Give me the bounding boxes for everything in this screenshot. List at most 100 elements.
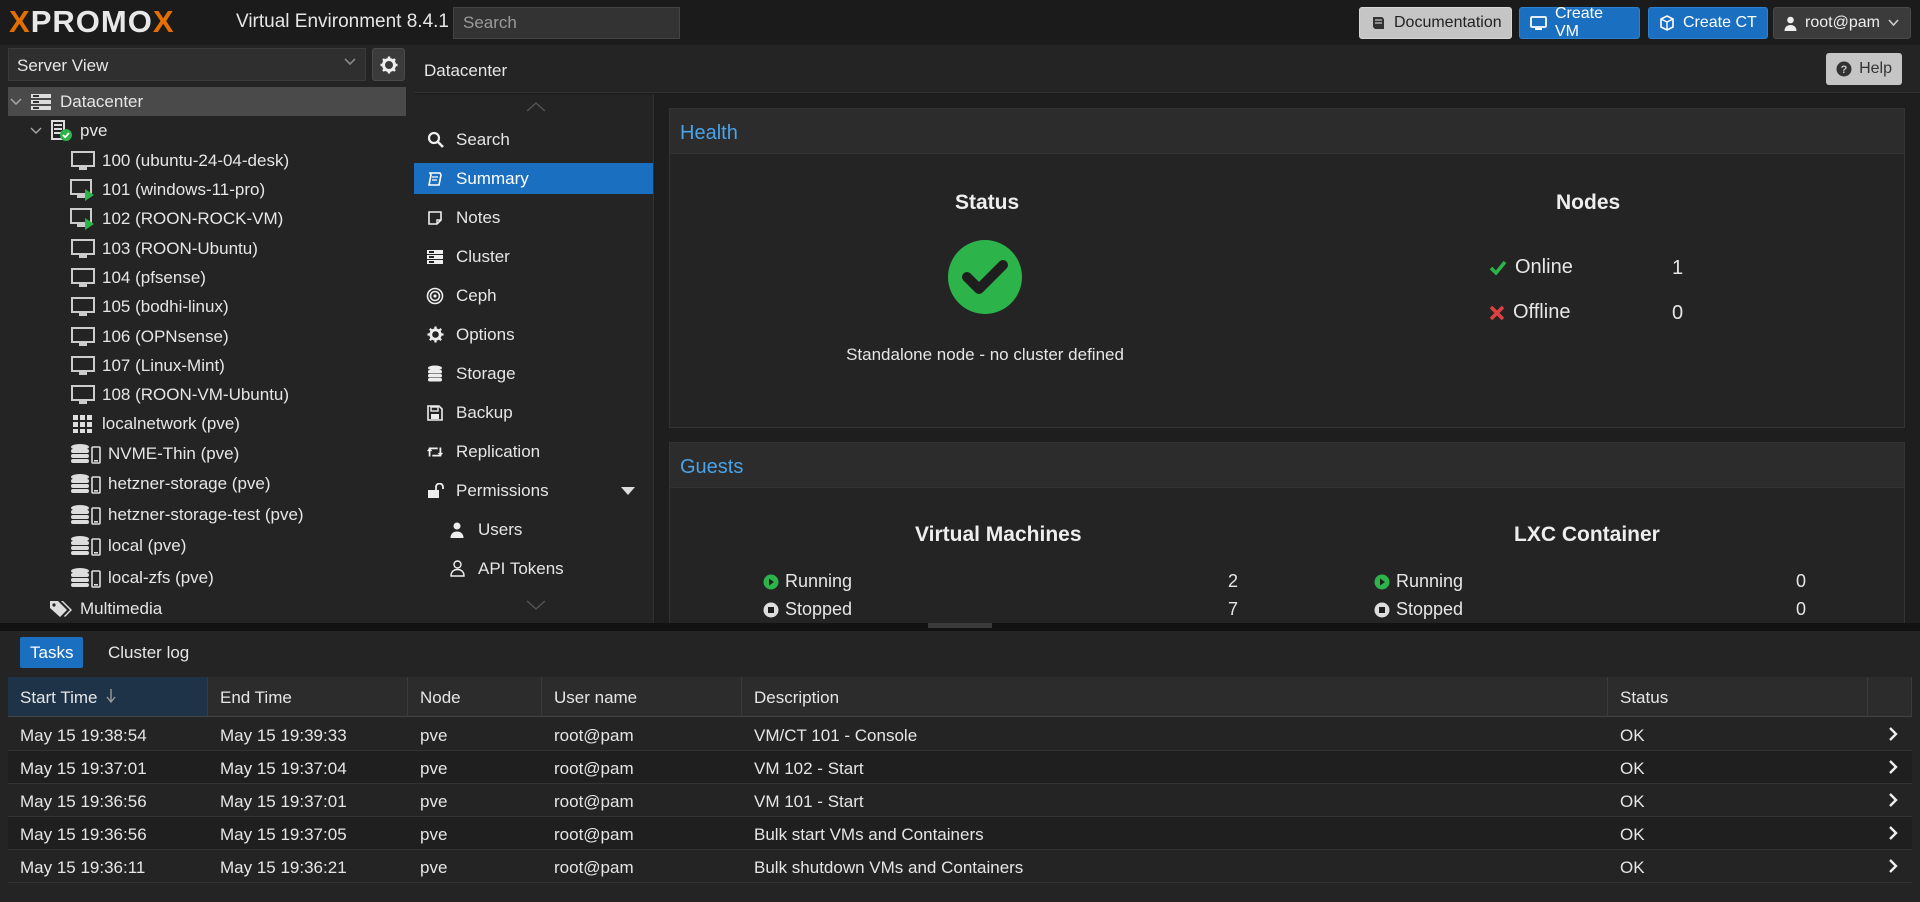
column-header-node[interactable]: Node <box>408 677 542 717</box>
node-cell: pve <box>420 759 448 778</box>
scroll-down-icon[interactable] <box>526 600 546 610</box>
tree-item-vm-108[interactable]: 108 (ROON-VM-Ubuntu) <box>8 380 406 409</box>
column-header-status[interactable]: Status <box>1608 677 1868 717</box>
create-ct-button[interactable]: Create CT <box>1648 7 1768 39</box>
tab-tasks[interactable]: Tasks <box>20 637 84 668</box>
lxc-stopped-row: Stopped <box>1374 599 1463 620</box>
running-status-icon <box>763 574 779 590</box>
chevron-right-icon[interactable] <box>1888 759 1898 775</box>
vm-stopped-icon <box>70 326 96 348</box>
tasks-grid: Start Time End Time Node User name Descr… <box>8 677 1912 902</box>
caret-down-icon[interactable] <box>621 487 635 495</box>
question-circle-icon: ? <box>1836 61 1852 77</box>
menu-item-replication[interactable]: Replication <box>414 436 653 467</box>
tree-item-vm-101[interactable]: 101 (windows-11-pro) <box>8 175 406 204</box>
sort-desc-icon <box>106 689 116 703</box>
tree-item-vm-100[interactable]: 100 (ubuntu-24-04-desk) <box>8 146 406 175</box>
chevron-right-icon[interactable] <box>1888 825 1898 841</box>
chevron-right-icon[interactable] <box>1888 792 1898 808</box>
tree-settings-button[interactable] <box>372 48 405 81</box>
user-outline-icon <box>448 560 466 578</box>
start-time-cell: May 15 19:36:56 <box>20 825 147 844</box>
tree-item-vm-104[interactable]: 104 (pfsense) <box>8 263 406 292</box>
stopped-status-icon <box>1374 602 1390 618</box>
help-button[interactable]: ? Help <box>1826 53 1902 85</box>
tree-item-vm-102[interactable]: 102 (ROON-ROCK-VM) <box>8 204 406 233</box>
tree-item-storage-hetzner-test[interactable]: hetzner-storage-test (pve) <box>8 500 406 529</box>
column-header-actions <box>1868 677 1912 717</box>
tree-item-localnetwork[interactable]: localnetwork (pve) <box>8 409 406 438</box>
lxc-heading: LXC Container <box>1514 523 1660 546</box>
tree-item-vm-107[interactable]: 107 (Linux-Mint) <box>8 351 406 380</box>
vm-stopped-icon <box>70 150 96 172</box>
view-select[interactable]: Server View <box>8 48 366 81</box>
network-grid-icon <box>70 413 96 435</box>
tree-item-node-pve[interactable]: pve <box>8 116 406 145</box>
column-header-start-time[interactable]: Start Time <box>8 677 208 717</box>
menu-item-permissions[interactable]: Permissions <box>414 475 653 506</box>
table-row[interactable]: May 15 19:38:54 May 15 19:39:33 pve root@pa… <box>8 718 1912 751</box>
search-input[interactable] <box>453 7 680 39</box>
menu-item-search[interactable]: Search <box>414 124 653 155</box>
column-header-end-time[interactable]: End Time <box>208 677 408 717</box>
chevron-down-icon <box>1888 19 1899 27</box>
scroll-up-icon[interactable] <box>526 102 546 112</box>
tree-item-vm-106[interactable]: 106 (OPNsense) <box>8 322 406 351</box>
user-menu-button[interactable]: root@pam <box>1773 7 1911 39</box>
chevron-down-icon <box>30 127 48 135</box>
database-icon <box>426 365 444 383</box>
log-panel: Tasks Cluster log Start Time End Time No… <box>0 631 1920 902</box>
create-vm-button[interactable]: Create VM <box>1519 5 1640 40</box>
tree-item-datacenter[interactable]: Datacenter <box>8 87 406 116</box>
health-panel: Health Status Standalone node - no clust… <box>669 108 1905 428</box>
tree-item-vm-103[interactable]: 103 (ROON-Ubuntu) <box>8 234 406 263</box>
page-title: Datacenter <box>424 61 508 80</box>
menu-item-options[interactable]: Options <box>414 319 653 350</box>
proxmox-logo[interactable]: X PRO MO X <box>9 4 175 39</box>
node-cell: pve <box>420 792 448 811</box>
documentation-button[interactable]: Documentation <box>1359 7 1512 39</box>
gear-icon <box>380 56 398 74</box>
menu-item-cluster[interactable]: Cluster <box>414 241 653 272</box>
column-header-description[interactable]: Description <box>742 677 1608 717</box>
guests-panel: Guests Virtual Machines Running 2 Stoppe… <box>669 442 1905 623</box>
check-circle-icon <box>947 239 1023 315</box>
chevron-right-icon[interactable] <box>1888 858 1898 874</box>
cross-icon <box>1489 305 1505 321</box>
end-time-cell: May 15 19:36:21 <box>220 858 347 877</box>
tree-item-multimedia[interactable]: Multimedia <box>8 594 406 623</box>
menu-item-backup[interactable]: Backup <box>414 397 653 428</box>
table-row[interactable]: May 15 19:36:11 May 15 19:36:21 pve root@pa… <box>8 850 1912 883</box>
start-time-cell: May 15 19:36:11 <box>20 858 146 877</box>
tree-item-storage-local[interactable]: local (pve) <box>8 531 406 560</box>
vm-running-icon <box>70 207 96 230</box>
tree-item-vm-105[interactable]: 105 (bodhi-linux) <box>8 292 406 321</box>
vm-stopped-icon <box>70 355 96 377</box>
menu-item-storage[interactable]: Storage <box>414 358 653 389</box>
table-row[interactable]: May 15 19:37:01 May 15 19:37:04 pve root@pa… <box>8 751 1912 784</box>
vm-stopped-row: Stopped <box>763 599 852 620</box>
menu-item-api-tokens[interactable]: API Tokens <box>414 553 653 584</box>
chevron-right-icon[interactable] <box>1888 726 1898 742</box>
logo-mox: MO <box>100 4 153 39</box>
tab-cluster-log[interactable]: Cluster log <box>98 637 199 668</box>
tree-item-storage-hetzner[interactable]: hetzner-storage (pve) <box>8 469 406 498</box>
vm-stopped-value: 7 <box>1228 599 1239 619</box>
menu-item-users[interactable]: Users <box>414 514 653 545</box>
menu-item-notes[interactable]: Notes <box>414 202 653 233</box>
menu-item-summary[interactable]: Summary <box>414 163 653 194</box>
panel-splitter[interactable] <box>0 623 1920 631</box>
table-row[interactable]: May 15 19:36:56 May 15 19:37:01 pve root@pa… <box>8 784 1912 817</box>
splitter-collapse-handle[interactable] <box>928 623 992 628</box>
logo-x: X <box>9 4 31 39</box>
menu-item-ceph[interactable]: Ceph <box>414 280 653 311</box>
table-row[interactable]: May 15 19:36:56 May 15 19:37:05 pve root@pa… <box>8 817 1912 850</box>
start-time-cell: May 15 19:36:56 <box>20 792 147 811</box>
tree-item-storage-local-zfs[interactable]: local-zfs (pve) <box>8 563 406 592</box>
user-cell: root@pam <box>554 726 634 745</box>
tree-item-storage-nvme-thin[interactable]: NVME-Thin (pve) <box>8 439 406 468</box>
node-online-icon <box>48 119 74 142</box>
chevron-down-icon <box>10 98 28 106</box>
nodes-online-row: Online <box>1489 256 1573 279</box>
column-header-user-name[interactable]: User name <box>542 677 742 717</box>
